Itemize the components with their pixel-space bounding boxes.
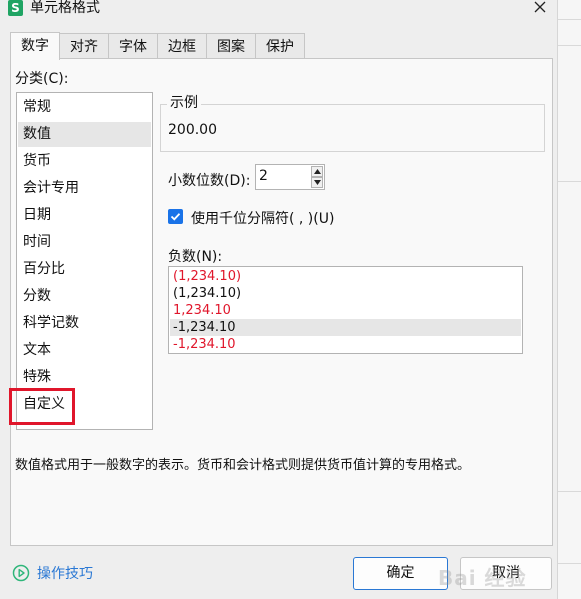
tab-number[interactable]: 数字 — [10, 32, 60, 60]
category-item-text[interactable]: 文本 — [18, 338, 151, 363]
category-item-scientific[interactable]: 科学记数 — [18, 311, 151, 336]
tab-alignment[interactable]: 对齐 — [60, 33, 109, 59]
negative-numbers-list[interactable]: (1,234.10) (1,234.10) 1,234.10 -1,234.10… — [168, 266, 523, 354]
tab-border[interactable]: 边框 — [158, 33, 207, 59]
decrement-button[interactable] — [311, 177, 323, 188]
category-item-date[interactable]: 日期 — [18, 203, 151, 228]
negative-format-item[interactable]: -1,234.10 — [170, 336, 521, 353]
decimal-places-label: 小数位数(D): — [168, 173, 251, 189]
sheet-cell — [558, 46, 581, 182]
decimal-places-stepper[interactable]: 2 — [255, 164, 325, 190]
category-item-accounting[interactable]: 会计专用 — [18, 176, 151, 201]
cancel-button[interactable]: 取消 — [460, 557, 552, 590]
close-icon — [534, 1, 546, 13]
caret-down-icon — [313, 180, 321, 185]
negative-format-item[interactable]: 1,234.10 — [170, 302, 521, 319]
thousands-separator-label[interactable]: 使用千位分隔符( , )(U) — [191, 208, 334, 228]
decimal-places-value[interactable]: 2 — [259, 168, 268, 184]
increment-button[interactable] — [311, 166, 323, 177]
close-button[interactable] — [530, 0, 550, 17]
format-description: 数值格式用于一般数字的表示。货币和会计格式则提供货币值计算的专用格式。 — [15, 458, 471, 473]
negative-numbers-label: 负数(N): — [168, 249, 223, 265]
thousands-separator-checkbox[interactable] — [168, 209, 183, 224]
check-icon — [170, 213, 181, 221]
sheet-cell — [558, 182, 581, 492]
negative-format-item[interactable]: -1,234.10 — [170, 319, 521, 336]
sample-group — [160, 104, 545, 152]
category-item-currency[interactable]: 货币 — [18, 149, 151, 174]
sample-title: 示例 — [167, 95, 201, 111]
ok-button[interactable]: 确定 — [353, 557, 448, 590]
dialog-title: 单元格格式 — [30, 0, 100, 16]
sheet-cell — [558, 20, 581, 46]
category-label: 分类(C): — [15, 71, 69, 87]
category-item-percentage[interactable]: 百分比 — [18, 257, 151, 282]
tab-bar: 数字 对齐 字体 边框 图案 保护 — [10, 32, 305, 60]
category-item-custom[interactable]: 自定义 — [18, 392, 151, 417]
category-item-general[interactable]: 常规 — [18, 95, 151, 120]
tips-link[interactable]: 操作技巧 — [12, 564, 93, 582]
sheet-cell — [558, 492, 581, 564]
tab-pattern[interactable]: 图案 — [207, 33, 256, 59]
sample-value: 200.00 — [168, 122, 217, 138]
category-item-special[interactable]: 特殊 — [18, 365, 151, 390]
tab-protection[interactable]: 保护 — [256, 33, 305, 59]
tips-label[interactable]: 操作技巧 — [37, 563, 93, 583]
caret-up-icon — [313, 169, 321, 174]
category-item-fraction[interactable]: 分数 — [18, 284, 151, 309]
category-list[interactable]: 常规 数值 货币 会计专用 日期 时间 百分比 分数 科学记数 文本 特殊 自定… — [16, 92, 153, 430]
background-sheet-edge — [557, 0, 581, 599]
app-logo-icon: S — [8, 0, 23, 16]
negative-format-item[interactable]: (1,234.10) — [170, 268, 521, 285]
tab-font[interactable]: 字体 — [109, 33, 158, 59]
play-circle-icon — [12, 564, 30, 582]
category-item-number[interactable]: 数值 — [18, 122, 151, 147]
category-item-time[interactable]: 时间 — [18, 230, 151, 255]
title-bar: S 单元格格式 — [0, 0, 581, 22]
sheet-cell — [558, 0, 581, 20]
negative-format-item[interactable]: (1,234.10) — [170, 285, 521, 302]
